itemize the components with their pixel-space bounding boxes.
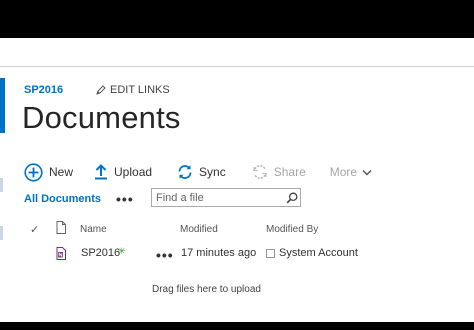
find-file-box <box>151 188 301 207</box>
column-modified[interactable]: Modified <box>180 224 218 235</box>
upload-label: Upload <box>114 165 153 179</box>
left-edge-accent <box>0 78 5 133</box>
page-title: Documents <box>22 100 181 135</box>
sharepoint-window: SP2016 EDIT LINKS Documents New Upload S… <box>0 38 474 322</box>
top-divider <box>0 66 474 67</box>
column-modified-by[interactable]: Modified By <box>266 224 318 235</box>
sync-icon <box>178 165 192 179</box>
drag-drop-hint: Drag files here to upload <box>152 284 261 295</box>
onenote-icon <box>56 247 66 260</box>
search-button[interactable] <box>284 189 300 206</box>
table-row[interactable]: SP2016 ✳ ••• 17 minutes ago System Accou… <box>24 243 464 265</box>
new-item-badge: ✳ <box>118 246 126 256</box>
site-title-link[interactable]: SP2016 <box>24 84 63 96</box>
new-button[interactable]: New <box>24 162 74 182</box>
upload-button[interactable]: Upload <box>94 164 152 180</box>
column-name[interactable]: Name <box>80 224 107 235</box>
modified-value: 17 minutes ago <box>181 247 257 259</box>
select-all-checkmark[interactable]: ✓ <box>30 223 39 236</box>
item-options-button[interactable]: ••• <box>156 248 174 262</box>
share-button[interactable]: Share <box>252 164 306 180</box>
sync-label: Sync <box>199 165 226 179</box>
presence-icon <box>266 249 275 258</box>
file-name-link[interactable]: SP2016 <box>81 247 120 259</box>
column-header-row: ✓ Name Modified Modified By <box>24 219 464 241</box>
pencil-icon <box>96 85 106 95</box>
sync-button[interactable]: Sync <box>177 164 226 180</box>
new-label: New <box>49 165 74 179</box>
document-icon <box>56 221 66 234</box>
more-menu-button[interactable]: More <box>330 165 372 179</box>
view-options-button[interactable]: ••• <box>116 192 134 206</box>
modified-by-link[interactable]: System Account <box>279 247 358 259</box>
left-edge-tab <box>0 226 3 240</box>
edit-links-button[interactable]: EDIT LINKS <box>96 84 170 96</box>
plus-circle-icon <box>24 162 43 182</box>
more-label: More <box>329 165 358 179</box>
chevron-down-icon <box>362 169 372 176</box>
share-icon <box>253 165 267 179</box>
search-icon <box>286 192 298 203</box>
view-all-documents[interactable]: All Documents <box>24 193 101 205</box>
share-label: Share <box>273 165 306 179</box>
edit-links-label: EDIT LINKS <box>110 84 170 96</box>
left-edge-tab <box>0 178 3 192</box>
upload-arrow-icon <box>95 164 108 180</box>
command-bar: New Upload Sync Share More <box>24 160 372 184</box>
find-file-input[interactable] <box>152 190 284 205</box>
view-selector: All Documents ••• <box>24 189 134 209</box>
